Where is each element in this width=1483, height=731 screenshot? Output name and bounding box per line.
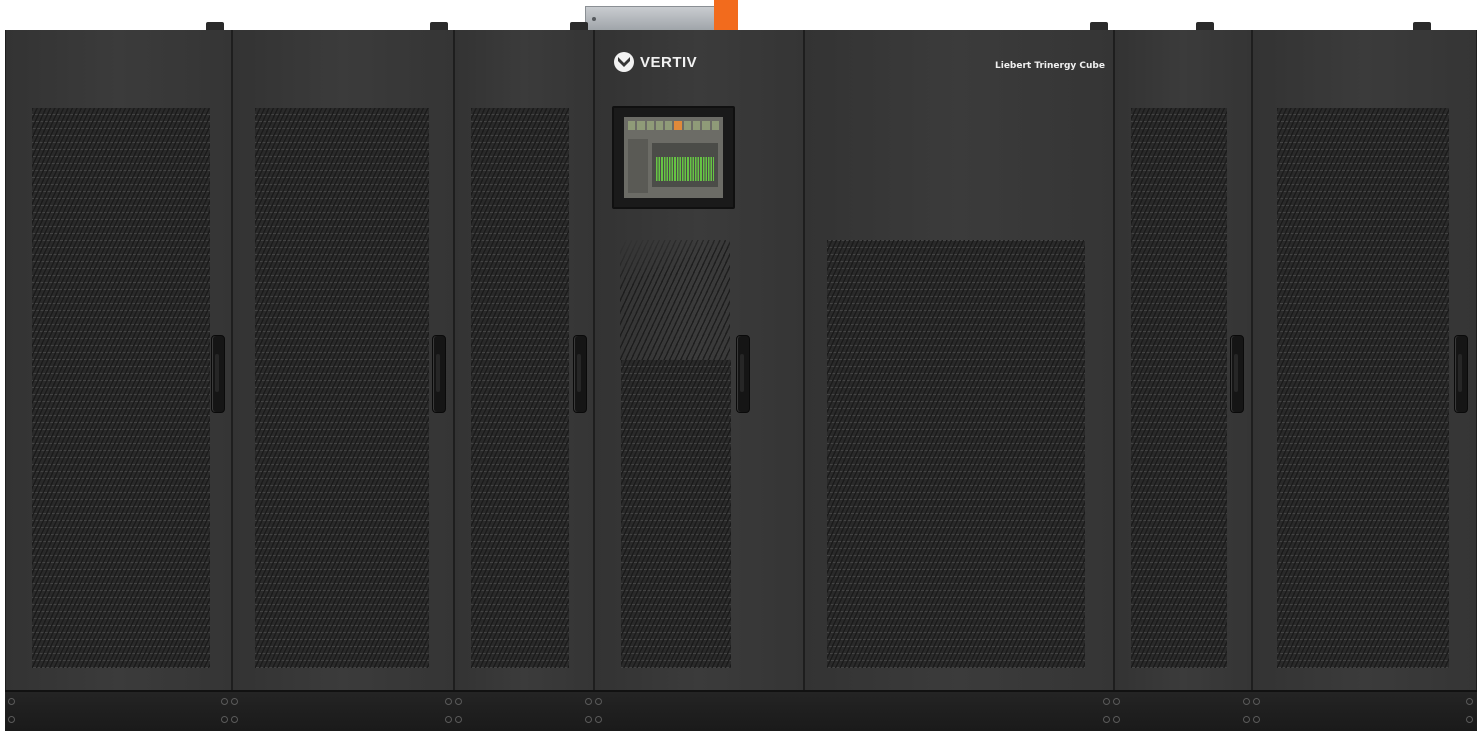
plinth-bolt <box>585 698 592 705</box>
vent-grille <box>621 360 731 668</box>
vent-grille <box>32 108 210 668</box>
display-bar-chart <box>656 157 714 181</box>
vent-grille <box>471 108 569 668</box>
touchscreen-display[interactable] <box>612 106 735 209</box>
cabinet-door-2 <box>232 30 454 690</box>
door-handle[interactable] <box>211 335 225 413</box>
plinth-bolt <box>1103 698 1110 705</box>
display-screen[interactable] <box>624 117 723 198</box>
brand-name: VERTIV <box>640 53 698 71</box>
vertiv-logo: VERTIV <box>614 52 697 72</box>
cabinet-door-center <box>804 30 1114 690</box>
door-handle[interactable] <box>736 335 750 413</box>
display-sidebar <box>628 139 648 193</box>
plinth-bolt <box>1113 698 1120 705</box>
plinth-bolt <box>221 698 228 705</box>
plinth-bolt <box>221 716 228 723</box>
model-name: Liebert Trinergy Cube <box>995 61 1105 71</box>
plinth-bolt <box>1103 716 1110 723</box>
plinth-bolt <box>8 698 15 705</box>
plinth-bolt <box>1253 698 1260 705</box>
plinth-bolt <box>595 698 602 705</box>
cabinet-door-3 <box>454 30 594 690</box>
plinth-bolt <box>231 698 238 705</box>
cabinet-door-6 <box>1114 30 1252 690</box>
door-handle[interactable] <box>1454 335 1468 413</box>
plinth-bolt <box>445 698 452 705</box>
door-handle[interactable] <box>1230 335 1244 413</box>
plinth-bolt <box>8 716 15 723</box>
vent-grille <box>827 240 1085 668</box>
display-status-tiles <box>628 121 719 130</box>
plinth-bolt <box>1113 716 1120 723</box>
display-chart-area <box>652 143 718 187</box>
cabinet-plinth <box>5 690 1477 731</box>
plinth-bolt <box>445 716 452 723</box>
door-handle[interactable] <box>432 335 446 413</box>
plinth-bolt <box>1466 716 1473 723</box>
vent-grille <box>255 108 429 668</box>
plinth-bolt <box>455 716 462 723</box>
vent-grille <box>1277 108 1449 668</box>
plinth-bolt <box>1466 698 1473 705</box>
cabinet-door-7 <box>1252 30 1477 690</box>
vertiv-chevron-icon <box>614 52 634 72</box>
plinth-bolt <box>1243 698 1250 705</box>
door-handle[interactable] <box>573 335 587 413</box>
decorative-perforation <box>620 240 730 360</box>
cabinet-door-1 <box>5 30 232 690</box>
plinth-bolt <box>585 716 592 723</box>
top-mounting-bracket <box>585 6 735 32</box>
vent-grille <box>1131 108 1227 668</box>
plinth-bolt <box>1243 716 1250 723</box>
plinth-bolt <box>1253 716 1260 723</box>
plinth-bolt <box>595 716 602 723</box>
orange-accent-tab <box>714 0 738 30</box>
plinth-bolt <box>455 698 462 705</box>
plinth-bolt <box>231 716 238 723</box>
